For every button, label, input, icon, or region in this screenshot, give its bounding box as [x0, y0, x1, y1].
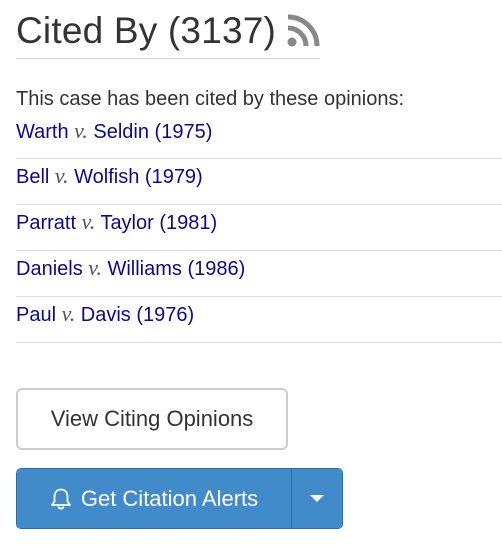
citation-year: (1975): [154, 121, 213, 143]
citation-party2: Taylor: [100, 212, 154, 234]
citation-year: (1979): [144, 166, 203, 188]
citation-year: (1981): [159, 212, 218, 234]
alerts-dropdown-toggle[interactable]: [292, 469, 342, 528]
citation-party2: Davis: [80, 304, 131, 326]
caret-down-icon: [310, 495, 324, 502]
versus-label: v.: [81, 209, 96, 234]
citation-link-paul-v-davis[interactable]: Paul v. Davis (1976): [16, 301, 195, 326]
get-citation-alerts-label: Get Citation Alerts: [80, 485, 259, 511]
citation-party2: Wolfish: [74, 166, 140, 188]
versus-label: v.: [54, 163, 69, 188]
citation-link-daniels-v-williams[interactable]: Daniels v. Williams (1986): [16, 255, 246, 280]
cited-by-intro: This case has been cited by these opinio…: [16, 88, 405, 110]
citation-party2: Seldin: [93, 121, 149, 143]
versus-label: v.: [74, 118, 88, 143]
citation-party1: Paul: [16, 304, 57, 326]
list-item: Parratt v. Taylor (1981): [16, 205, 502, 251]
get-citation-alerts-button[interactable]: Get Citation Alerts: [17, 469, 292, 528]
citation-year: (1986): [187, 258, 246, 280]
versus-label: v.: [61, 301, 76, 326]
rss-feed-icon[interactable]: [286, 14, 320, 48]
citation-party1: Daniels: [16, 258, 83, 280]
bell-icon: [50, 487, 72, 511]
citation-party2: Williams: [107, 258, 182, 280]
page-title: Cited By (3137): [16, 10, 277, 51]
citation-year: (1976): [136, 304, 195, 326]
cited-by-header: Cited By (3137): [16, 0, 321, 59]
list-item: Paul v. Davis (1976): [16, 297, 502, 343]
list-item: Warth v. Seldin (1975): [16, 114, 502, 159]
citation-link-warth-v-seldin[interactable]: Warth v. Seldin (1975): [16, 118, 213, 143]
citation-party1: Warth: [16, 121, 69, 143]
list-item: Daniels v. Williams (1986): [16, 251, 502, 297]
cited-by-panel: Cited By (3137) This case has been cited…: [16, 0, 502, 529]
view-citing-opinions-button[interactable]: View Citing Opinions: [16, 388, 288, 450]
citation-party1: Parratt: [16, 212, 77, 234]
citation-party1: Bell: [16, 166, 50, 188]
list-item: Bell v. Wolfish (1979): [16, 159, 502, 205]
citation-link-parratt-v-taylor[interactable]: Parratt v. Taylor (1981): [16, 209, 218, 234]
versus-label: v.: [88, 255, 102, 280]
citation-list: Warth v. Seldin (1975) Bell v. Wolfish (…: [16, 114, 502, 343]
citation-alerts-button-group: Get Citation Alerts: [16, 468, 343, 529]
citation-link-bell-v-wolfish[interactable]: Bell v. Wolfish (1979): [16, 163, 203, 188]
